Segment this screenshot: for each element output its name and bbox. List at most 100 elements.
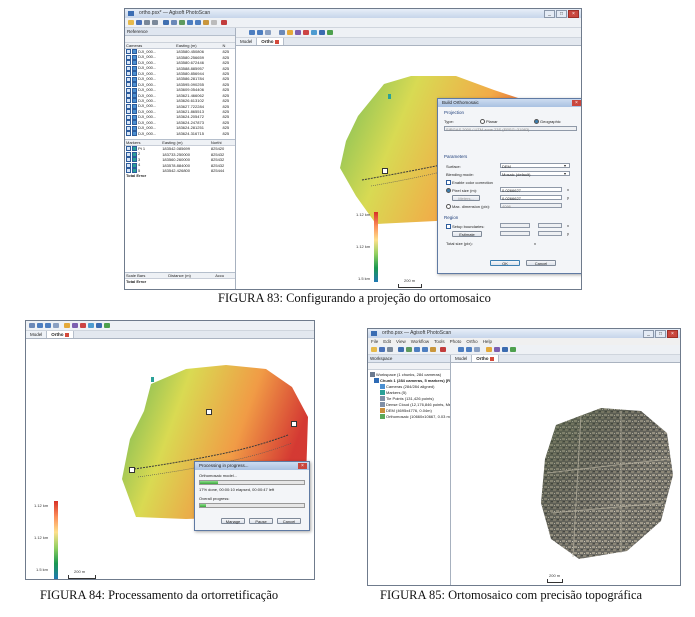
- dialog-close-button[interactable]: ×: [298, 463, 307, 469]
- open-icon[interactable]: [128, 20, 134, 25]
- polygon-icon[interactable]: [295, 30, 301, 35]
- fit-icon[interactable]: [474, 347, 480, 352]
- zoom-out-icon[interactable]: [45, 323, 51, 328]
- maximize-button[interactable]: □: [655, 330, 666, 338]
- undo-icon[interactable]: [144, 20, 150, 25]
- checkbox-icon[interactable]: [126, 87, 131, 93]
- pixel-size-x-input[interactable]: 0.0266627: [500, 187, 562, 193]
- marker-pin[interactable]: [291, 421, 297, 427]
- close-button[interactable]: ×: [667, 330, 678, 338]
- move-icon[interactable]: [327, 30, 333, 35]
- maximize-button[interactable]: □: [556, 10, 567, 18]
- save-icon[interactable]: [136, 20, 142, 25]
- ruler-icon[interactable]: [486, 347, 492, 352]
- pause-button[interactable]: Pause: [249, 518, 273, 524]
- boundary-x-max[interactable]: [538, 223, 562, 228]
- minimize-button[interactable]: _: [643, 330, 654, 338]
- checkbox-icon[interactable]: [126, 131, 131, 136]
- navigation-icon[interactable]: [398, 347, 404, 352]
- zoom-in-icon[interactable]: [414, 347, 420, 352]
- close-tab-icon[interactable]: [64, 332, 69, 337]
- setup-boundaries-checkbox[interactable]: Setup boundaries:: [446, 224, 484, 230]
- grid-icon[interactable]: [319, 30, 325, 35]
- menu-item-workflow[interactable]: Workflow: [411, 339, 429, 344]
- rotate-icon[interactable]: [406, 347, 412, 352]
- boundary-x-min[interactable]: [500, 223, 530, 228]
- polygon-icon[interactable]: [72, 323, 78, 328]
- open-icon[interactable]: [371, 347, 377, 352]
- boundary-y-max[interactable]: [538, 231, 562, 236]
- table-row[interactable]: Pt 1 183542.085699 825420: [125, 146, 235, 152]
- marker-pin[interactable]: [382, 168, 388, 174]
- manage-button[interactable]: Manage: [221, 518, 245, 524]
- fit-icon[interactable]: [265, 30, 271, 35]
- crs-select[interactable]: SIRGAS 2000 / UTM zone 23S (EPSG::31983): [444, 126, 577, 132]
- zoom-out-icon[interactable]: [422, 347, 428, 352]
- ruler-icon[interactable]: [287, 30, 293, 35]
- checkbox-icon[interactable]: [126, 125, 131, 131]
- menu-item-view[interactable]: View: [396, 339, 406, 344]
- menu-item-ortho[interactable]: Ortho: [466, 339, 477, 344]
- grid-icon[interactable]: [96, 323, 102, 328]
- zoom-in-icon[interactable]: [37, 323, 43, 328]
- ok-button[interactable]: OK: [490, 260, 520, 266]
- move-icon[interactable]: [104, 323, 110, 328]
- menu-item-help[interactable]: Help: [483, 339, 492, 344]
- surface-select[interactable]: DEM: [500, 163, 570, 169]
- crop-icon[interactable]: [430, 347, 436, 352]
- tab-ortho[interactable]: Ortho: [47, 331, 74, 338]
- tab-model[interactable]: Model: [26, 331, 48, 338]
- zoom-in-icon[interactable]: [458, 347, 464, 352]
- type-planar-radio[interactable]: Planar: [480, 119, 498, 125]
- close-tab-icon[interactable]: [274, 39, 279, 44]
- rotate-icon[interactable]: [179, 20, 185, 25]
- fig84-ortho-view[interactable]: 1.12 km 1.12 km 1.5 km 200 m Processing …: [26, 339, 314, 579]
- dialog-close-button[interactable]: ×: [572, 100, 581, 106]
- gcp-flag-icon[interactable]: [388, 94, 391, 99]
- rectangle-select-icon[interactable]: [171, 20, 177, 25]
- close-tab-icon[interactable]: [489, 356, 494, 361]
- fig83-ortho-view[interactable]: 1.12 km 1.12 km 1.5 km 200 m Build Ortho…: [236, 46, 581, 289]
- polygon-icon[interactable]: [494, 347, 500, 352]
- tab-model[interactable]: Model: [236, 38, 258, 45]
- tab-ortho[interactable]: Ortho: [257, 38, 284, 45]
- marker-pin[interactable]: [129, 467, 135, 473]
- dense-cloud-icon[interactable]: [221, 20, 227, 25]
- boundary-y-min[interactable]: [500, 231, 530, 236]
- max-dimension-input[interactable]: 4096: [500, 203, 562, 209]
- cancel-button[interactable]: Cancel: [277, 518, 301, 524]
- zoom-out-icon[interactable]: [257, 30, 263, 35]
- meters-button[interactable]: Meters...: [452, 195, 480, 201]
- menu-item-edit[interactable]: Edit: [383, 339, 391, 344]
- checkbox-icon[interactable]: [126, 114, 131, 120]
- cancel-button[interactable]: Cancel: [526, 260, 556, 266]
- save-icon[interactable]: [379, 347, 385, 352]
- gcp-flag-icon[interactable]: [151, 377, 154, 382]
- tab-ortho[interactable]: Ortho: [472, 355, 499, 362]
- zoom-out-icon[interactable]: [195, 20, 201, 25]
- shapes-icon[interactable]: [88, 323, 94, 328]
- minimize-button[interactable]: _: [544, 10, 555, 18]
- dense-cloud-icon[interactable]: [440, 347, 446, 352]
- fig85-ortho-view[interactable]: 200 m: [451, 363, 680, 585]
- marker-pin[interactable]: [206, 409, 212, 415]
- redo-icon[interactable]: [152, 20, 158, 25]
- pixel-size-radio[interactable]: Pixel size (m):: [446, 188, 477, 194]
- rectangle-select-icon[interactable]: [279, 30, 285, 35]
- menu-item-file[interactable]: File: [371, 339, 378, 344]
- color-correction-checkbox[interactable]: Enable color correction: [446, 180, 493, 186]
- zoom-in-icon[interactable]: [187, 20, 193, 25]
- checkbox-icon[interactable]: [126, 76, 131, 82]
- navigation-icon[interactable]: [163, 20, 169, 25]
- undo-icon[interactable]: [387, 347, 393, 352]
- fit-icon[interactable]: [53, 323, 59, 328]
- marker-icon[interactable]: [303, 30, 309, 35]
- reset-view-icon[interactable]: [211, 20, 217, 25]
- zoom-in-icon[interactable]: [249, 30, 255, 35]
- menu-item-tools[interactable]: Tools: [434, 339, 445, 344]
- marker-icon[interactable]: [80, 323, 86, 328]
- crop-icon[interactable]: [203, 20, 209, 25]
- rectangle-select-icon[interactable]: [29, 323, 35, 328]
- estimate-button[interactable]: Estimate: [452, 231, 482, 237]
- move-icon[interactable]: [510, 347, 516, 352]
